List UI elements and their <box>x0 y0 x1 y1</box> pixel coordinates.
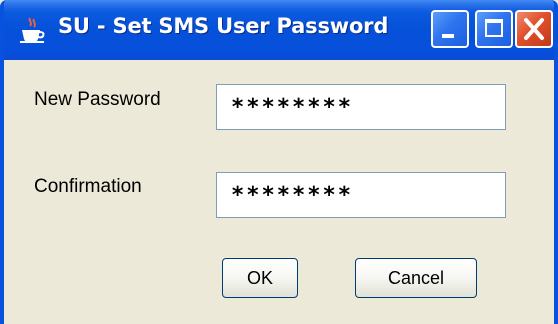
title-bar[interactable]: SU - Set SMS User Password <box>4 0 554 60</box>
java-coffee-cup-icon[interactable] <box>18 16 46 44</box>
dialog-window: SU - Set SMS User Password New Password … <box>0 0 558 324</box>
cancel-button[interactable]: Cancel <box>355 258 477 298</box>
ok-button[interactable]: OK <box>222 258 298 298</box>
window-title: SU - Set SMS User Password <box>58 14 389 38</box>
minimize-button[interactable] <box>431 10 469 48</box>
close-icon <box>524 18 544 40</box>
new-password-field[interactable] <box>216 84 506 130</box>
maximize-icon <box>485 19 503 37</box>
confirmation-label: Confirmation <box>34 176 142 197</box>
confirmation-field[interactable] <box>216 172 506 218</box>
close-button[interactable] <box>515 10 553 48</box>
maximize-button[interactable] <box>475 10 513 48</box>
new-password-label: New Password <box>34 89 161 110</box>
minimize-icon <box>442 34 454 38</box>
